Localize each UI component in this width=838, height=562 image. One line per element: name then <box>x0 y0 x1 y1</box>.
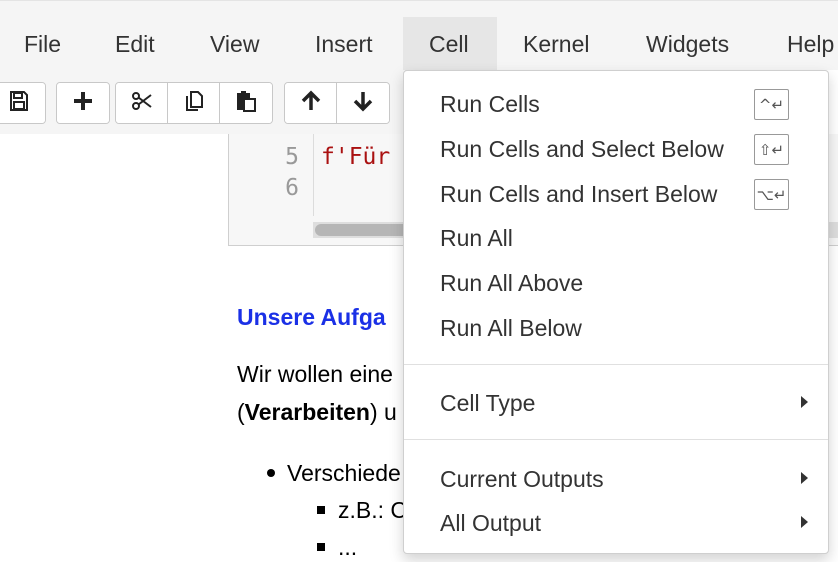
scissors-icon <box>130 89 154 118</box>
move-group <box>284 82 390 124</box>
menu-item-run-all-below[interactable]: Run All Below <box>440 315 582 342</box>
menu-cell[interactable]: Cell <box>403 17 497 71</box>
chevron-right-icon <box>801 516 808 528</box>
code-line: f'Für <box>321 144 391 170</box>
menu-widgets[interactable]: Widgets <box>646 17 729 71</box>
save-button[interactable] <box>0 83 45 123</box>
menu-view[interactable]: View <box>210 17 259 71</box>
menu-item-run-all-above[interactable]: Run All Above <box>440 270 583 297</box>
move-up-button[interactable] <box>285 83 337 123</box>
arrow-up-icon <box>299 89 323 118</box>
arrow-down-icon <box>351 89 375 118</box>
bold-text: Verarbeiten <box>244 399 370 425</box>
menu-item-run-cells-insert-below[interactable]: Run Cells and Insert Below <box>440 181 717 208</box>
chevron-right-icon <box>801 472 808 484</box>
markdown-paragraph: (Verarbeiten) u <box>237 399 397 426</box>
menu-item-run-all[interactable]: Run All <box>440 225 513 252</box>
move-down-button[interactable] <box>337 83 389 123</box>
menu-edit[interactable]: Edit <box>115 17 155 71</box>
clipboard-group <box>115 82 273 124</box>
cut-button[interactable] <box>116 83 168 123</box>
menu-file[interactable]: File <box>24 17 61 71</box>
insert-cell-button[interactable] <box>57 83 109 123</box>
gutter-divider <box>313 134 314 216</box>
line-gutter: 5 6 <box>229 134 313 216</box>
menu-item-current-outputs[interactable]: Current Outputs <box>440 466 604 493</box>
paste-icon <box>234 89 258 118</box>
insert-group <box>56 82 110 124</box>
menu-item-cell-type[interactable]: Cell Type <box>440 390 535 417</box>
menu-insert[interactable]: Insert <box>315 17 373 71</box>
list-item: z.B.: C <box>338 497 408 523</box>
chevron-right-icon <box>801 396 808 408</box>
list-item: ... <box>338 534 358 560</box>
menu-divider <box>404 439 828 440</box>
toolbar <box>0 70 405 134</box>
bullet-dot <box>267 469 275 477</box>
menu-divider <box>404 364 828 365</box>
copy-icon <box>182 89 206 118</box>
menu-item-all-output[interactable]: All Output <box>440 510 541 537</box>
save-group <box>0 82 46 124</box>
save-icon <box>7 89 31 118</box>
plus-icon <box>71 89 95 118</box>
shortcut-badge: ^↵ <box>754 89 789 120</box>
cell-dropdown-menu: Run Cells ^↵ Run Cells and Select Below … <box>403 70 829 554</box>
bullet-square <box>317 543 325 551</box>
paragraph-text: ) u <box>369 399 397 425</box>
line-number: 6 <box>285 175 299 201</box>
bullet-square <box>317 506 325 514</box>
menu-item-run-cells[interactable]: Run Cells <box>440 91 540 118</box>
list-item: Verschiede <box>287 460 401 486</box>
menu-help[interactable]: Help <box>787 17 834 71</box>
copy-button[interactable] <box>168 83 220 123</box>
shortcut-badge: ⌥↵ <box>754 179 789 210</box>
line-number: 5 <box>285 144 299 170</box>
markdown-heading: Unsere Aufga <box>237 304 386 330</box>
menu-item-run-cells-select-below[interactable]: Run Cells and Select Below <box>440 136 724 163</box>
paren-text: ( <box>237 399 245 425</box>
markdown-paragraph: Wir wollen eine <box>237 361 393 387</box>
shortcut-badge: ⇧↵ <box>754 134 789 165</box>
menu-kernel[interactable]: Kernel <box>523 17 589 71</box>
paste-button[interactable] <box>220 83 272 123</box>
menubar: File Edit View Insert Cell Kernel Widget… <box>0 0 838 71</box>
